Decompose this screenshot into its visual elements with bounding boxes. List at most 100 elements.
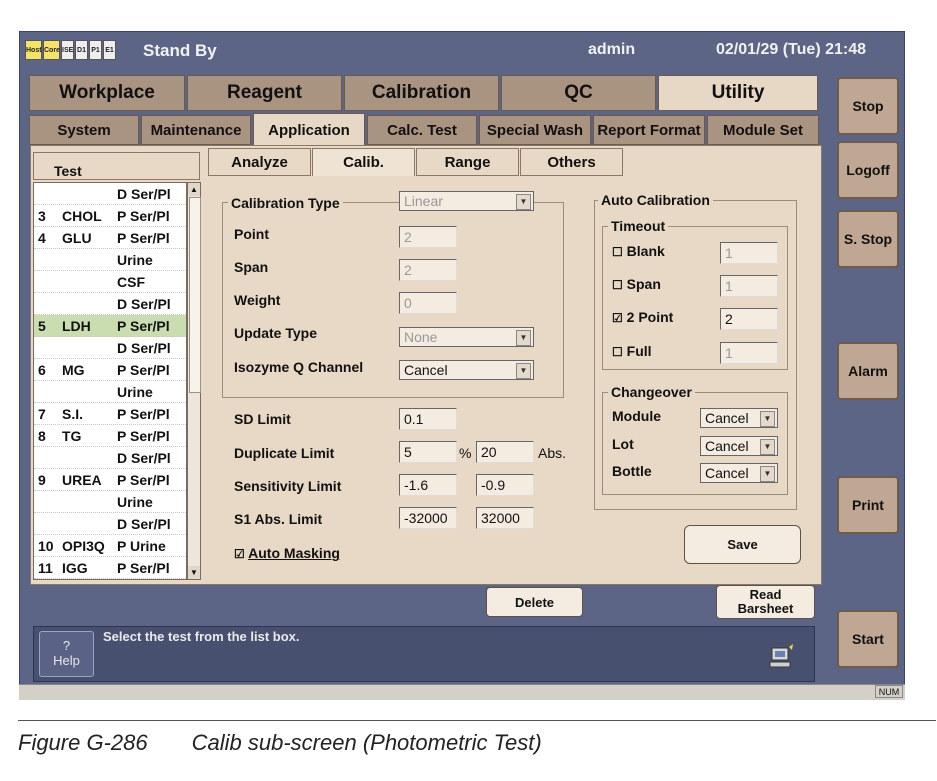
list-item[interactable]: Urine: [34, 491, 186, 513]
test-number: 5: [38, 318, 46, 334]
duplicate-limit-label: Duplicate Limit: [234, 445, 335, 461]
sensitivity-low-field[interactable]: -1.6: [399, 474, 457, 496]
span-timeout-field[interactable]: 1: [720, 275, 778, 297]
start-button[interactable]: Start: [837, 610, 899, 668]
delete-button[interactable]: Delete: [486, 587, 583, 617]
bottle-label: Bottle: [612, 463, 652, 479]
list-item[interactable]: 4 GLU P Ser/Pl: [34, 227, 186, 249]
test-number: 6: [38, 362, 46, 378]
test-number: 4: [38, 230, 46, 246]
test-sample-type: CSF: [117, 274, 145, 290]
span-field[interactable]: 2: [399, 259, 457, 281]
weight-field[interactable]: 0: [399, 292, 457, 314]
help-button[interactable]: ? Help: [39, 631, 94, 677]
dropdown-arrow-icon: ▼: [516, 363, 531, 379]
list-item[interactable]: D Ser/Pl: [34, 293, 186, 315]
test-list[interactable]: D Ser/Pl 3 CHOL P Ser/Pl 4 GLU P Ser/Pl Urine CS…: [33, 182, 187, 580]
tab-system[interactable]: System: [29, 115, 139, 145]
test-name: IGG: [62, 560, 88, 576]
full-checkbox[interactable]: ☐ Full: [612, 343, 652, 359]
point-field[interactable]: 2: [399, 226, 457, 248]
tab-range[interactable]: Range: [416, 148, 519, 176]
status-message: Select the test from the list box.: [103, 629, 300, 644]
print-button[interactable]: Print: [837, 476, 899, 534]
read-barsheet-button[interactable]: Read Barsheet: [716, 585, 815, 619]
sd-limit-field[interactable]: 0.1: [399, 408, 457, 430]
test-sample-type: D Ser/Pl: [117, 296, 171, 312]
computer-icon: [769, 644, 795, 670]
tab-others[interactable]: Others: [520, 148, 623, 176]
stop-button[interactable]: Stop: [837, 77, 899, 135]
list-item[interactable]: CSF: [34, 271, 186, 293]
auto-masking-checkbox[interactable]: ☑ Auto Masking: [234, 545, 340, 561]
list-item[interactable]: 9 UREA P Ser/Pl: [34, 469, 186, 491]
test-sample-type: P Ser/Pl: [117, 560, 170, 576]
list-item[interactable]: 8 TG P Ser/Pl: [34, 425, 186, 447]
list-item[interactable]: 3 CHOL P Ser/Pl: [34, 205, 186, 227]
blank-checkbox[interactable]: ☐ Blank: [612, 243, 665, 259]
lot-select[interactable]: Cancel ▼: [700, 436, 778, 456]
save-button[interactable]: Save: [684, 525, 801, 564]
list-item[interactable]: 7 S.I. P Ser/Pl: [34, 403, 186, 425]
list-item[interactable]: 5 LDH P Ser/Pl: [34, 315, 186, 337]
span-checkbox[interactable]: ☐ Span: [612, 276, 661, 292]
update-type-select[interactable]: None ▼: [399, 327, 534, 347]
list-item[interactable]: 12ALBP Ser/Pl: [34, 579, 186, 580]
isozyme-select[interactable]: Cancel ▼: [399, 360, 534, 380]
logoff-button[interactable]: Logoff: [837, 141, 899, 199]
list-item[interactable]: D Ser/Pl: [34, 447, 186, 469]
s1-high-field[interactable]: 32000: [476, 507, 534, 529]
list-item[interactable]: 6 MG P Ser/Pl: [34, 359, 186, 381]
help-mark: ?: [62, 638, 71, 653]
test-sample-type: D Ser/Pl: [117, 516, 171, 532]
list-item[interactable]: D Ser/Pl: [34, 183, 186, 205]
list-item[interactable]: Urine: [34, 381, 186, 403]
abs-unit: Abs.: [538, 445, 567, 461]
alarm-button[interactable]: Alarm: [837, 342, 899, 400]
sensitivity-limit-label: Sensitivity Limit: [234, 478, 342, 494]
bottle-select[interactable]: Cancel ▼: [700, 463, 778, 483]
tab-report-format[interactable]: Report Format: [593, 115, 705, 145]
tab-qc[interactable]: QC: [501, 75, 656, 111]
span-timeout-label: Span: [626, 276, 661, 292]
s1-low-field[interactable]: -32000: [399, 507, 457, 529]
duplicate-pct-field[interactable]: 5: [399, 441, 457, 463]
duplicate-abs-field[interactable]: 20: [476, 441, 534, 463]
update-type-value: None: [404, 329, 438, 345]
test-number: 8: [38, 428, 46, 444]
tab-calc-test[interactable]: Calc. Test: [367, 115, 477, 145]
sensitivity-high-field[interactable]: -0.9: [476, 474, 534, 496]
tab-reagent[interactable]: Reagent: [187, 75, 342, 111]
tab-utility[interactable]: Utility: [658, 75, 818, 111]
full-timeout-field[interactable]: 1: [720, 342, 778, 364]
list-item[interactable]: 11 IGG P Ser/Pl: [34, 557, 186, 579]
test-list-scrollbar[interactable]: ▲ ▼: [187, 182, 201, 580]
calibration-type-select[interactable]: Linear ▼: [399, 191, 534, 211]
tab-module-set[interactable]: Module Set: [707, 115, 819, 145]
tab-special-wash[interactable]: Special Wash: [479, 115, 591, 145]
tab-maintenance[interactable]: Maintenance: [141, 115, 251, 145]
scroll-down-icon[interactable]: ▼: [188, 566, 200, 579]
two-point-timeout-field[interactable]: 2: [720, 308, 778, 330]
s-stop-button[interactable]: S. Stop: [837, 210, 899, 268]
list-item[interactable]: D Ser/Pl: [34, 513, 186, 535]
list-item[interactable]: Urine: [34, 249, 186, 271]
blank-timeout-field[interactable]: 1: [720, 242, 778, 264]
two-point-checkbox[interactable]: ☑ 2 Point: [612, 309, 673, 325]
tab-workplace[interactable]: Workplace: [29, 75, 185, 111]
scroll-thumb[interactable]: [189, 197, 201, 393]
module-select[interactable]: Cancel ▼: [700, 408, 778, 428]
tab-application[interactable]: Application: [253, 113, 365, 147]
calibration-type-value: Linear: [404, 193, 443, 209]
list-item[interactable]: 10 OPI3Q P Urine: [34, 535, 186, 557]
sd-limit-label: SD Limit: [234, 411, 291, 427]
scroll-up-icon[interactable]: ▲: [188, 183, 200, 196]
test-name: CHOL: [62, 208, 102, 224]
percent-unit: %: [459, 445, 472, 461]
changeover-title: Changeover: [608, 384, 695, 400]
list-item[interactable]: D Ser/Pl: [34, 337, 186, 359]
tab-calib[interactable]: Calib.: [312, 148, 415, 176]
tab-analyze[interactable]: Analyze: [208, 148, 311, 176]
tab-calibration[interactable]: Calibration: [344, 75, 499, 111]
test-name: S.I.: [62, 406, 84, 422]
